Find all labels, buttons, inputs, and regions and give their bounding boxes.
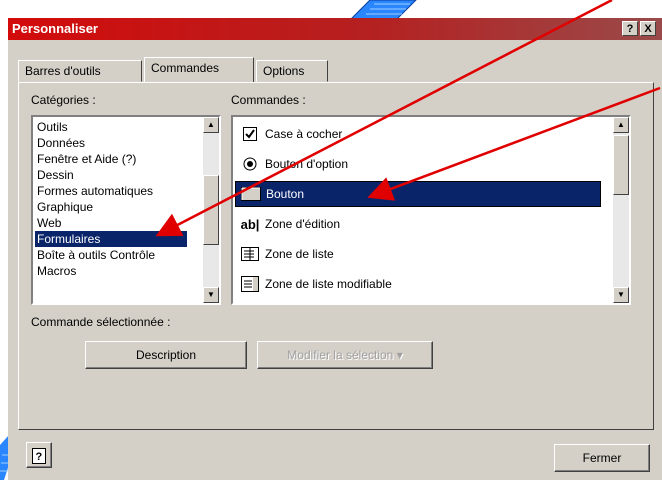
tab-label: Commandes [151,61,220,75]
annotation-arrow-to-bouton [367,86,661,201]
tab-commandes[interactable]: Commandes [144,57,254,82]
annotation-arrow-to-formulaires [155,0,613,237]
annotation-arrows [155,0,661,237]
